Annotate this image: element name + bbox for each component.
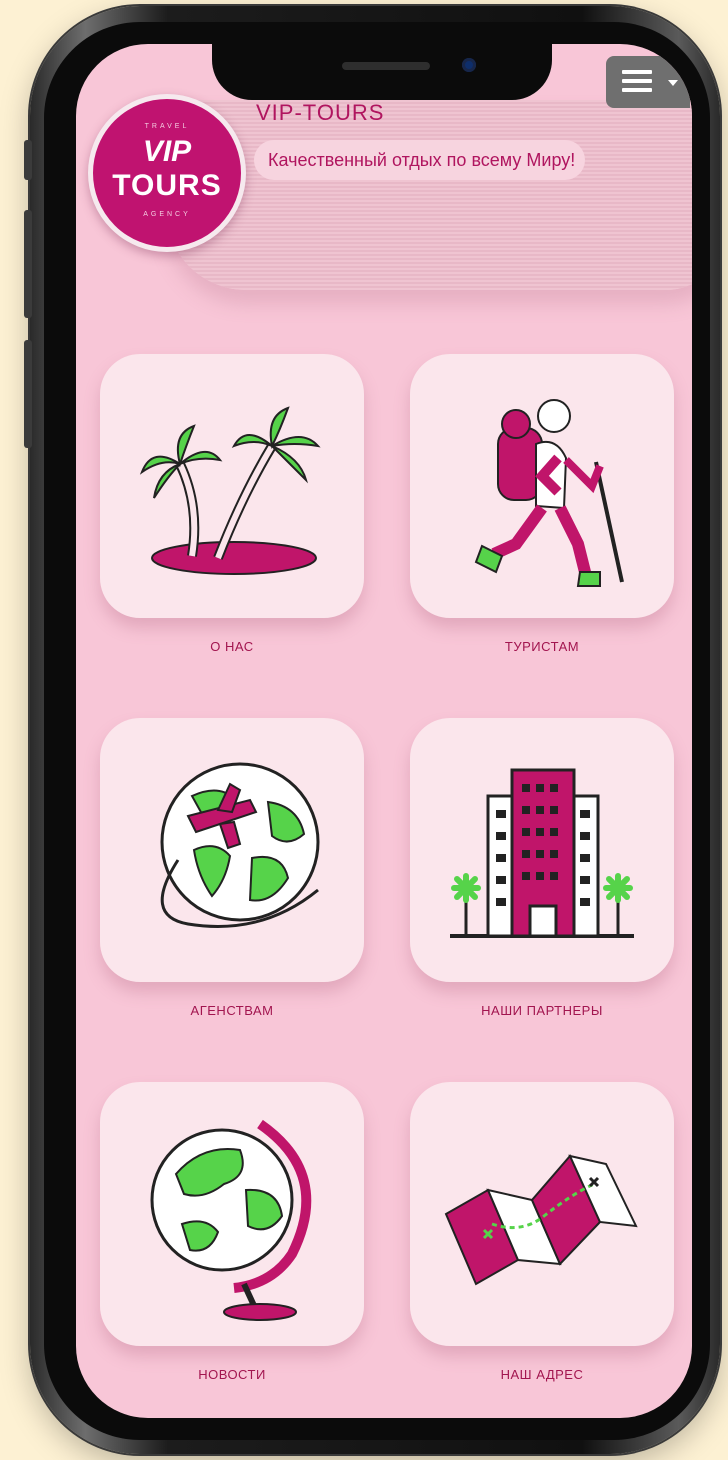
tile-address[interactable] bbox=[410, 1082, 674, 1346]
site-tagline: Качественный отдых по всему Миру! bbox=[254, 140, 586, 180]
logo-top-text: TRAVEL bbox=[144, 123, 190, 130]
tile-label-partners[interactable]: НАШИ ПАРТНЕРЫ bbox=[410, 1003, 674, 1018]
hotel-building-icon bbox=[450, 768, 634, 938]
volume-down-button bbox=[24, 340, 32, 448]
palm-island-icon bbox=[139, 406, 321, 575]
logo-vip-text: VIP bbox=[142, 135, 192, 168]
tile-partners[interactable] bbox=[410, 718, 674, 982]
logo-tours-text: TOURS bbox=[112, 169, 222, 202]
site-logo[interactable]: TRAVEL VIP TOURS AGENCY bbox=[88, 94, 246, 252]
tile-label-tourists[interactable]: ТУРИСТАМ bbox=[410, 639, 674, 654]
phone-screen: TRAVEL VIP TOURS AGENCY VIP-TOURS Качест… bbox=[76, 44, 692, 1418]
mute-switch bbox=[24, 140, 32, 180]
hamburger-menu-icon bbox=[622, 70, 652, 92]
tile-label-address[interactable]: НАШ АДРЕС bbox=[410, 1367, 674, 1382]
tile-label-news[interactable]: НОВОСТИ bbox=[100, 1367, 364, 1382]
tile-tourists[interactable] bbox=[410, 354, 674, 618]
tile-about[interactable] bbox=[100, 354, 364, 618]
tile-news[interactable] bbox=[100, 1082, 364, 1346]
logo-bottom-text: AGENCY bbox=[143, 211, 191, 218]
site-name: VIP-TOURS bbox=[256, 100, 385, 125]
menu-button[interactable] bbox=[606, 56, 690, 108]
header-banner bbox=[166, 100, 692, 290]
front-camera bbox=[462, 58, 476, 72]
speaker-grille bbox=[342, 62, 430, 70]
folded-map-icon bbox=[444, 1154, 638, 1286]
notch bbox=[212, 44, 552, 100]
volume-up-button bbox=[24, 210, 32, 318]
desk-globe-icon bbox=[150, 1119, 312, 1321]
tile-label-about[interactable]: О НАС bbox=[100, 639, 364, 654]
hiker-icon bbox=[474, 399, 624, 587]
caret-down-icon bbox=[668, 80, 678, 86]
tile-label-agencies[interactable]: АГЕНСТВАМ bbox=[100, 1003, 364, 1018]
globe-airplane-icon bbox=[160, 762, 320, 928]
tile-agencies[interactable] bbox=[100, 718, 364, 982]
